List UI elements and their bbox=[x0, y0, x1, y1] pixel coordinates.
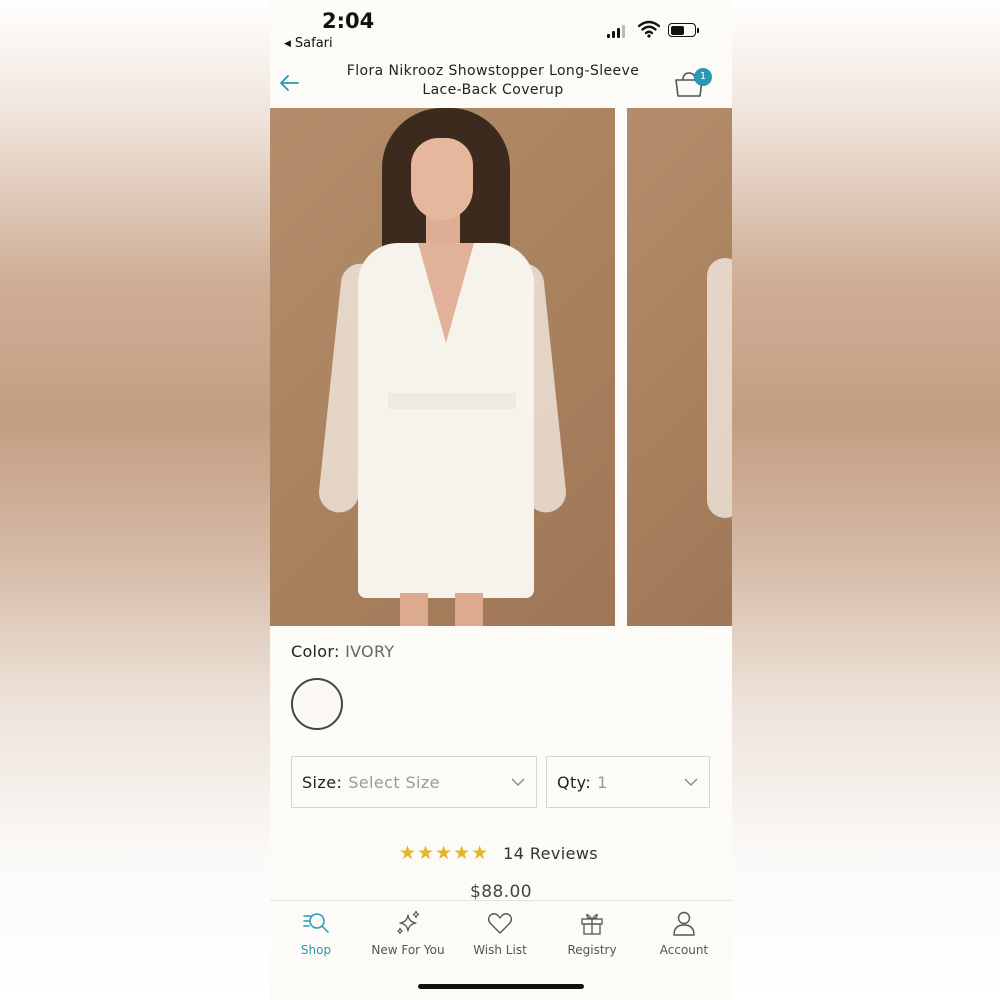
phone-screen: 2:04 ◀ Safari Flora Nikrooz Showstopper … bbox=[270, 0, 732, 1000]
tab-label: Shop bbox=[300, 943, 332, 957]
size-select[interactable]: Size: Select Size bbox=[291, 756, 537, 808]
home-indicator[interactable] bbox=[418, 984, 584, 989]
back-app-label: Safari bbox=[294, 36, 333, 51]
product-image-gallery[interactable] bbox=[270, 108, 732, 626]
tab-label: Registry bbox=[567, 943, 617, 957]
back-triangle-icon: ◀ bbox=[284, 38, 291, 49]
back-arrow-icon[interactable] bbox=[278, 71, 302, 95]
page-title-line1: Flora Nikrooz Showstopper Long-Sleeve bbox=[346, 63, 640, 79]
sparkles-icon bbox=[397, 910, 420, 935]
qty-label: Qty: bbox=[557, 772, 592, 792]
chevron-down-icon bbox=[684, 778, 698, 786]
tab-label: New For You bbox=[371, 943, 445, 957]
color-label-row: Color: IVORY bbox=[291, 642, 394, 661]
rating-row[interactable]: ★★★★★ 14 Reviews bbox=[399, 842, 598, 864]
product-header: Flora Nikrooz Showstopper Long-Sleeve La… bbox=[270, 58, 732, 108]
color-swatch-ivory[interactable] bbox=[291, 678, 343, 730]
page-title-line2: Lace-Back Coverup bbox=[422, 82, 564, 98]
next-product-photo[interactable] bbox=[627, 108, 732, 626]
tab-label: Account bbox=[659, 943, 709, 957]
chevron-down-icon bbox=[511, 778, 525, 786]
background-blur-right bbox=[732, 0, 1000, 1000]
tab-new-for-you[interactable]: New For You bbox=[362, 909, 454, 957]
back-to-app-link[interactable]: ◀ Safari bbox=[284, 36, 333, 51]
gift-icon bbox=[581, 913, 603, 935]
tab-shop[interactable]: Shop bbox=[270, 909, 362, 957]
quantity-select[interactable]: Qty: 1 bbox=[546, 756, 710, 808]
color-label: Color: bbox=[291, 642, 340, 661]
shop-search-icon bbox=[303, 913, 329, 933]
tab-registry[interactable]: Registry bbox=[546, 909, 638, 957]
size-value: Select Size bbox=[348, 772, 440, 792]
cellular-signal-icon bbox=[607, 24, 625, 38]
star-rating-icon: ★★★★★ bbox=[399, 842, 490, 864]
product-photo[interactable] bbox=[270, 108, 615, 626]
heart-icon bbox=[487, 913, 513, 934]
battery-icon bbox=[668, 23, 699, 37]
reviews-link[interactable]: 14 Reviews bbox=[503, 844, 598, 863]
page-title: Flora Nikrooz Showstopper Long-Sleeve La… bbox=[340, 62, 646, 100]
color-value: IVORY bbox=[345, 642, 395, 661]
product-price: $88.00 bbox=[470, 882, 532, 902]
status-bar: 2:04 ◀ Safari bbox=[270, 0, 732, 56]
tab-label: Wish List bbox=[473, 943, 527, 957]
status-time: 2:04 bbox=[322, 9, 375, 33]
size-label: Size: bbox=[302, 772, 343, 792]
cart-count-badge: 1 bbox=[694, 68, 712, 86]
background-blur-left bbox=[0, 0, 270, 1000]
wifi-icon bbox=[638, 20, 660, 38]
person-icon bbox=[673, 911, 695, 936]
qty-value: 1 bbox=[597, 772, 608, 792]
tab-account[interactable]: Account bbox=[638, 909, 730, 957]
tab-wish-list[interactable]: Wish List bbox=[454, 909, 546, 957]
